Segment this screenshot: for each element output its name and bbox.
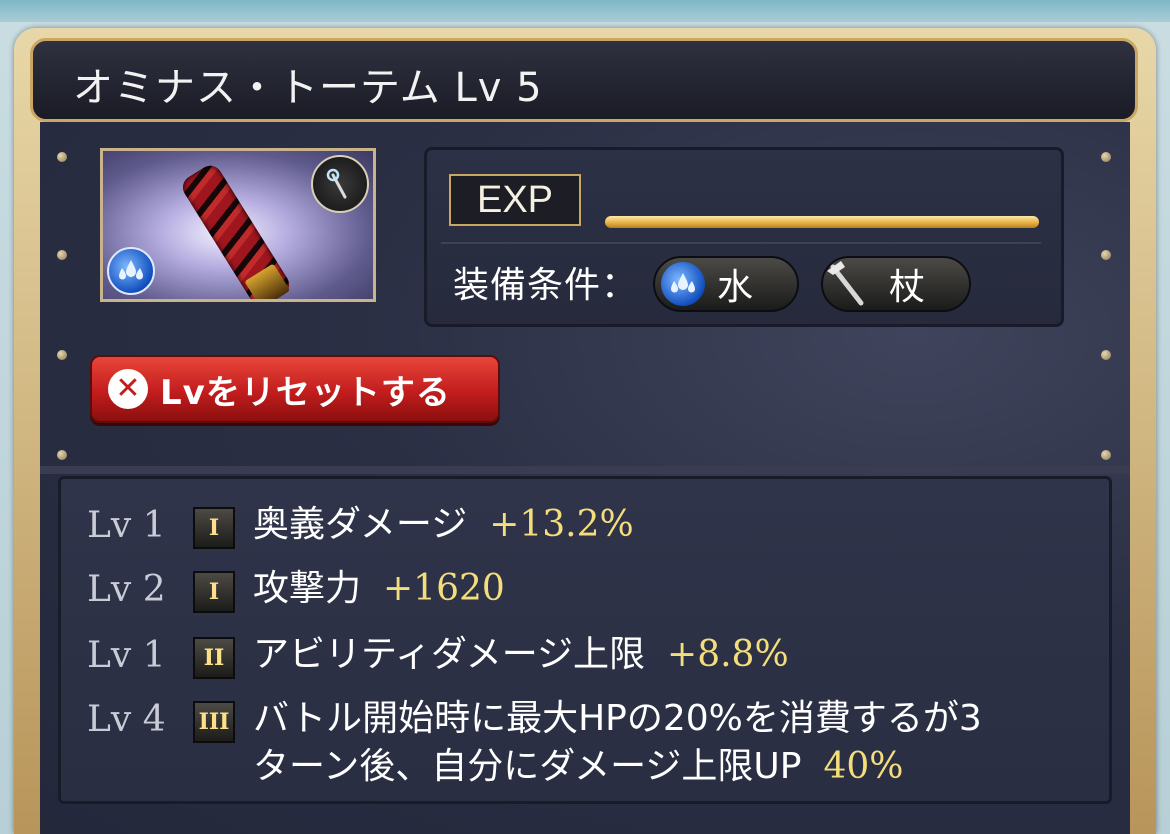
requirements-label: 装備条件：	[453, 265, 639, 306]
skill-name-line2: ターン後、自分にダメージ上限UP 40%	[253, 746, 904, 787]
skill-level: Lv 1	[87, 635, 166, 676]
requirement-element: 水	[653, 256, 799, 312]
skill-rank-badge: I	[193, 507, 235, 549]
skill-name: 奥義ダメージ +13.2%	[253, 504, 634, 545]
skill-rank-badge: II	[193, 637, 235, 679]
requirement-weapon-label: 杖	[889, 267, 926, 308]
skill-rank-badge: I	[193, 571, 235, 613]
close-circle-icon: ✕	[108, 369, 148, 409]
rivet	[1101, 152, 1111, 162]
skill-value: +1620	[383, 568, 505, 609]
skill-value: +8.8%	[667, 634, 789, 675]
reset-level-label: Lvをリセットする	[160, 372, 451, 413]
skill-value: 40%	[823, 746, 904, 787]
water-element-icon	[107, 247, 155, 295]
item-artwork	[178, 161, 294, 299]
rivet	[57, 350, 67, 360]
rivet	[1101, 250, 1111, 260]
skills-list: Lv 1 I 奥義ダメージ +13.2% Lv 2 I 攻撃力 +1620 Lv 1…	[58, 476, 1112, 804]
reset-level-button[interactable]: ✕ Lvをリセットする	[90, 355, 500, 423]
exp-label: EXP	[449, 174, 581, 226]
skill-level: Lv 4	[87, 699, 166, 740]
info-box: EXP 装備条件： 水 杖	[424, 147, 1064, 327]
skill-level: Lv 1	[87, 505, 166, 546]
skill-name: バトル開始時に最大HPの20%を消費するが3	[253, 698, 982, 739]
water-element-icon	[661, 262, 705, 306]
requirement-element-label: 水	[717, 267, 754, 308]
rivet	[57, 250, 67, 260]
exp-bar	[605, 216, 1039, 228]
divider	[441, 242, 1041, 244]
staff-icon	[819, 255, 877, 313]
item-title: オミナス・トーテム Lv 5	[73, 65, 543, 111]
requirement-weapon: 杖	[821, 256, 971, 312]
rivet	[1101, 350, 1111, 360]
skill-name: 攻撃力 +1620	[253, 568, 505, 609]
skill-value: +13.2%	[489, 504, 634, 545]
rivet	[1101, 450, 1111, 460]
skill-rank-badge: III	[193, 701, 235, 743]
skill-name: アビリティダメージ上限 +8.8%	[253, 634, 789, 675]
skill-level: Lv 2	[87, 569, 166, 610]
title-bar: オミナス・トーテム Lv 5	[30, 38, 1138, 122]
rivet	[57, 450, 67, 460]
item-thumbnail[interactable]	[100, 148, 376, 302]
divider	[40, 466, 1130, 474]
staff-icon	[311, 155, 369, 213]
rivet	[57, 152, 67, 162]
top-strip	[0, 0, 1170, 22]
